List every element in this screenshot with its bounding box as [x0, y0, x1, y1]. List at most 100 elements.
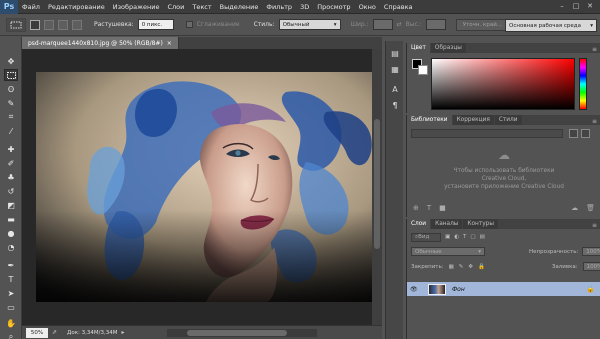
- gradient-tool-icon[interactable]: ▬: [4, 213, 18, 225]
- filter-type-icon[interactable]: T: [463, 234, 466, 240]
- blend-mode-select[interactable]: Обычные ▾: [411, 247, 485, 256]
- zoom-level-input[interactable]: 50%: [26, 327, 48, 338]
- tab-paths[interactable]: Контуры: [463, 219, 498, 229]
- menu-layers[interactable]: Слои: [163, 3, 188, 11]
- rect-marquee-tool-icon[interactable]: [4, 69, 18, 81]
- add-graphic-icon[interactable]: ⊕: [413, 204, 419, 212]
- horizontal-scroll-thumb[interactable]: [187, 330, 287, 336]
- character-panel-icon[interactable]: A: [389, 83, 401, 95]
- tab-channels[interactable]: Каналы: [431, 219, 463, 229]
- opacity-input[interactable]: 100%: [582, 247, 600, 256]
- menu-window[interactable]: Окно: [355, 3, 380, 11]
- properties-panel-icon[interactable]: ▦: [389, 63, 401, 75]
- tab-libraries[interactable]: Библиотеки: [407, 115, 452, 125]
- filter-pixel-icon[interactable]: ▣: [445, 234, 450, 240]
- pen-tool-icon[interactable]: ✒: [4, 259, 18, 271]
- menu-help[interactable]: Справка: [380, 3, 417, 11]
- antialias-checkbox[interactable]: [185, 21, 193, 28]
- width-label: Шир.:: [350, 21, 369, 28]
- width-input[interactable]: [372, 19, 393, 30]
- close-tab-icon[interactable]: ×: [167, 40, 172, 47]
- move-tool-icon[interactable]: ✥: [4, 55, 18, 67]
- blur-tool-icon[interactable]: ●: [4, 227, 18, 239]
- minimize-button[interactable]: –: [556, 1, 568, 11]
- add-selection-button[interactable]: [44, 19, 54, 30]
- swap-icon[interactable]: ⇄: [397, 21, 402, 28]
- window-controls: – □ ✕: [556, 1, 596, 11]
- kind-filter-select[interactable]: ⌕ Вид: [411, 232, 441, 242]
- filter-adjustment-icon[interactable]: ◐: [454, 234, 459, 240]
- filter-shape-icon[interactable]: ▢: [470, 234, 475, 240]
- history-panel-icon[interactable]: ▤: [389, 47, 401, 59]
- vertical-scroll-thumb[interactable]: [374, 119, 380, 249]
- list-view-icon[interactable]: [581, 129, 590, 138]
- horizontal-scrollbar[interactable]: [167, 329, 317, 337]
- feather-input[interactable]: 0 пикс.: [137, 19, 174, 30]
- refine-edge-button[interactable]: Уточн. край...: [455, 18, 510, 31]
- background-color-swatch[interactable]: [418, 65, 428, 75]
- fill-color-icon[interactable]: ■: [439, 204, 446, 212]
- cloud-sync-icon[interactable]: ☁: [571, 204, 578, 212]
- menu-file[interactable]: Файл: [18, 3, 44, 11]
- menu-view[interactable]: Просмотр: [313, 3, 354, 11]
- document-tab[interactable]: psd-marquee1440x810.jpg @ 50% (RGB/8#) ×: [22, 37, 179, 49]
- hand-tool-icon[interactable]: ✋: [4, 317, 18, 329]
- tab-swatches[interactable]: Образцы: [430, 43, 466, 53]
- text-style-icon[interactable]: T: [427, 204, 431, 212]
- panel-menu-icon[interactable]: ≡: [592, 46, 600, 53]
- lock-position-icon[interactable]: ✥: [468, 264, 473, 270]
- new-selection-button[interactable]: [30, 19, 40, 30]
- workspace-select[interactable]: Основная рабочая среда ▾: [505, 19, 597, 32]
- crop-tool-icon[interactable]: ⌗: [4, 111, 18, 123]
- dodge-tool-icon[interactable]: ◔: [4, 241, 18, 253]
- healing-brush-tool-icon[interactable]: ✚: [4, 143, 18, 155]
- zoom-tool-icon[interactable]: ⌕: [4, 331, 18, 339]
- maximize-button[interactable]: □: [570, 1, 582, 11]
- close-button[interactable]: ✕: [584, 1, 596, 11]
- tab-layers[interactable]: Слои: [407, 219, 431, 229]
- fill-input[interactable]: 100%: [582, 262, 600, 271]
- lock-all-icon[interactable]: 🔒: [478, 264, 485, 270]
- share-icon[interactable]: ⇗: [52, 329, 57, 336]
- style-select[interactable]: Обычный ▾: [278, 19, 341, 30]
- lock-pixels-icon[interactable]: ✎: [459, 264, 464, 270]
- paragraph-panel-icon[interactable]: ¶: [389, 99, 401, 111]
- shape-tool-icon[interactable]: ▭: [4, 301, 18, 313]
- panel-menu-icon[interactable]: ≡: [592, 222, 600, 229]
- grid-view-icon[interactable]: [569, 129, 578, 138]
- lock-transparent-icon[interactable]: ▦: [449, 264, 454, 270]
- eraser-tool-icon[interactable]: ◩: [4, 199, 18, 211]
- type-tool-icon[interactable]: T: [4, 273, 18, 285]
- status-menu-arrow-icon[interactable]: ▸: [121, 329, 124, 336]
- quick-select-tool-icon[interactable]: ✎: [4, 97, 18, 109]
- menu-filter[interactable]: Фильтр: [262, 3, 296, 11]
- height-input[interactable]: [425, 19, 446, 30]
- lasso-tool-icon[interactable]: ʘ: [4, 83, 18, 95]
- vertical-scrollbar[interactable]: [372, 49, 382, 325]
- tab-color[interactable]: Цвет: [407, 43, 430, 53]
- trash-icon[interactable]: 🗑: [586, 204, 595, 212]
- menu-select[interactable]: Выделение: [216, 3, 263, 11]
- library-select[interactable]: [411, 129, 563, 138]
- eyedropper-tool-icon[interactable]: ⁄: [4, 125, 18, 137]
- menu-3d[interactable]: 3D: [296, 3, 313, 11]
- path-select-tool-icon[interactable]: ➤: [4, 287, 18, 299]
- panel-menu-icon[interactable]: ≡: [592, 118, 600, 125]
- menu-type[interactable]: Текст: [188, 3, 215, 11]
- intersect-selection-button[interactable]: [72, 19, 82, 30]
- menu-edit[interactable]: Редактирование: [44, 3, 109, 11]
- color-saturation-field[interactable]: [431, 58, 575, 110]
- visibility-eye-icon[interactable]: 👁: [410, 286, 420, 293]
- tool-preset-picker[interactable]: [6, 17, 26, 32]
- canvas-area[interactable]: [22, 49, 382, 325]
- menu-image[interactable]: Изображение: [109, 3, 164, 11]
- filter-smart-object-icon[interactable]: ▤: [480, 234, 485, 240]
- hue-slider[interactable]: [579, 58, 587, 110]
- tab-adjustments[interactable]: Коррекция: [452, 115, 494, 125]
- subtract-selection-button[interactable]: [58, 19, 68, 30]
- brush-tool-icon[interactable]: ✐: [4, 157, 18, 169]
- layer-row-background[interactable]: 👁 Фон 🔒: [407, 282, 600, 296]
- history-brush-tool-icon[interactable]: ↺: [4, 185, 18, 197]
- clone-stamp-tool-icon[interactable]: ♣: [4, 171, 18, 183]
- tab-styles[interactable]: Стили: [494, 115, 522, 125]
